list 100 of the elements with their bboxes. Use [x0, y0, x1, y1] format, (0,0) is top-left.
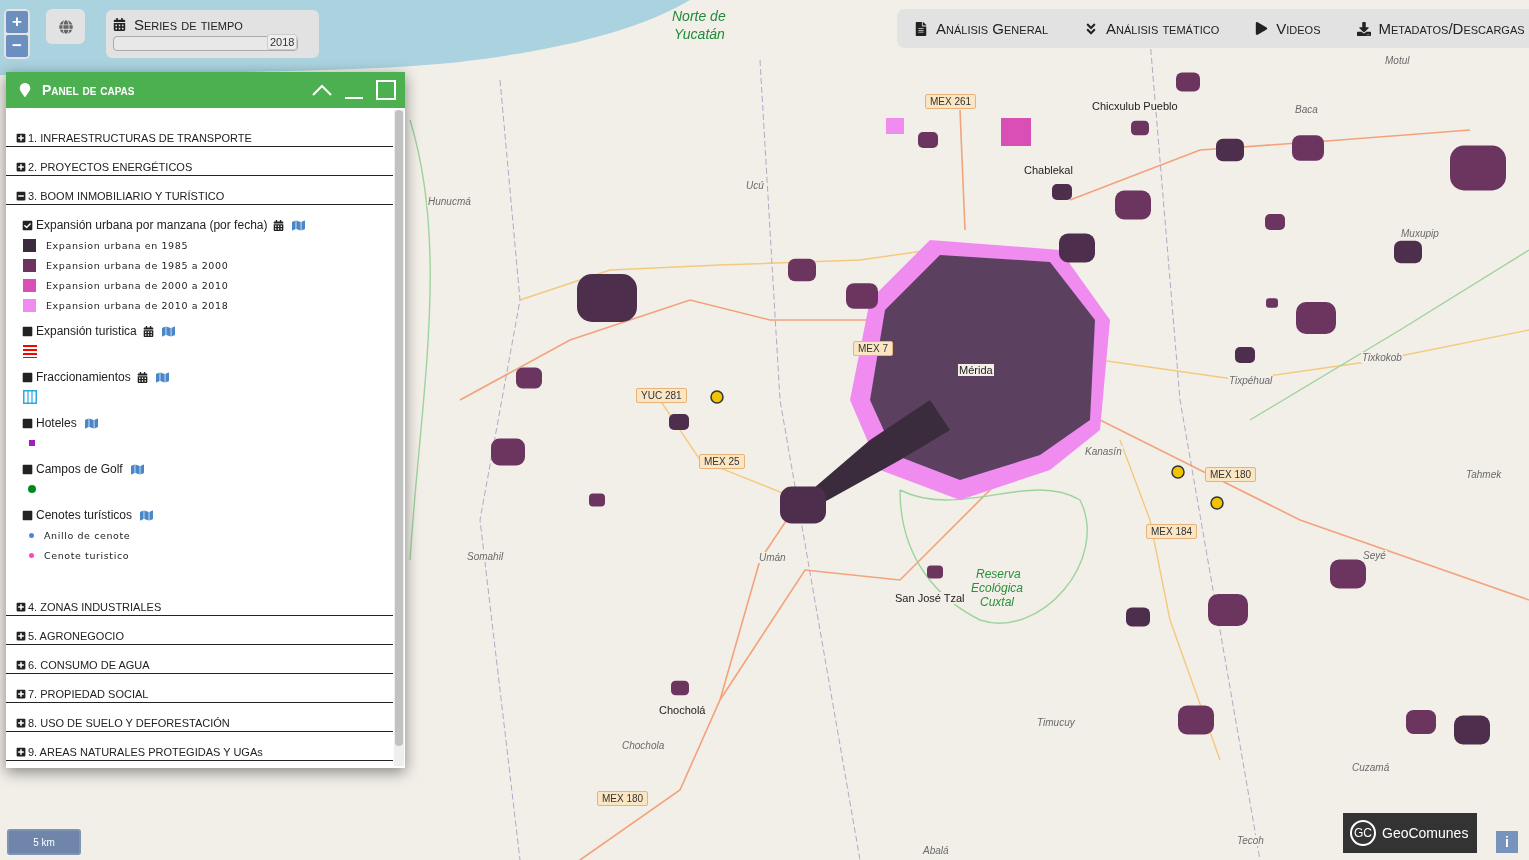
- layer-checkbox[interactable]: [22, 417, 33, 429]
- calendar-icon[interactable]: [142, 325, 154, 337]
- maximize-button[interactable]: [375, 79, 397, 101]
- layer-checkbox[interactable]: [22, 219, 33, 231]
- road-shield: MEX 7: [853, 341, 893, 356]
- town-urban-area: [1235, 347, 1255, 363]
- section-header[interactable]: 7. PROPIEDAD SOCIAL: [6, 674, 393, 703]
- menu-link[interactable]: Análisis temático: [1084, 20, 1220, 37]
- place-label: Mérida: [958, 364, 994, 376]
- town-urban-area: [1126, 607, 1150, 627]
- place-label: San José Tzal: [894, 592, 966, 604]
- place-label: Kanasín: [1084, 446, 1123, 457]
- basemap-button[interactable]: [46, 9, 85, 44]
- section-header[interactable]: 6. CONSUMO DE AGUA: [6, 645, 393, 674]
- calendar-icon: [113, 18, 126, 31]
- time-slider[interactable]: 2018: [113, 36, 298, 51]
- road-shield: MEX 184: [1146, 524, 1198, 539]
- panel-title: Panel de capas: [42, 82, 136, 98]
- section-header[interactable]: 2. PROYECTOS ENERGÉTICOS: [6, 147, 393, 176]
- section-header[interactable]: 3. BOOM INMOBILIARIO Y TURÍSTICO: [6, 176, 393, 205]
- place-label: Hunucmá: [427, 196, 472, 207]
- legend-label: Cenote turistico: [44, 549, 130, 561]
- legend-label: Expansion urbana de 1985 a 2000: [46, 259, 229, 271]
- download-icon: [1356, 21, 1371, 36]
- place-label: Reserva: [976, 567, 1021, 581]
- road-shield: MEX 25: [699, 454, 745, 469]
- globe-icon: [58, 19, 73, 34]
- place-label: Abalá: [922, 845, 950, 856]
- time-series-title: Series de tiempo: [134, 16, 243, 33]
- chevron-up-icon: [312, 84, 332, 96]
- place-label: Ecológica: [971, 581, 1024, 595]
- play-icon: [1255, 22, 1269, 35]
- place-label: Cuxtal: [980, 595, 1014, 609]
- place-label: Timucuy: [1036, 717, 1076, 728]
- point-marker: [710, 390, 724, 404]
- layer-checkbox[interactable]: [22, 325, 33, 337]
- map-icon[interactable]: [292, 218, 306, 232]
- map-icon[interactable]: [84, 416, 98, 430]
- legend-label: Expansion urbana de 2010 a 2018: [46, 299, 229, 311]
- scrollbar[interactable]: [394, 110, 404, 766]
- section-header[interactable]: 4. ZONAS INDUSTRIALES: [6, 587, 393, 616]
- place-label: Norte de: [672, 8, 726, 24]
- place-label: Cuzamá: [1351, 762, 1391, 773]
- legend-label: Expansion urbana de 2000 a 2010: [46, 279, 229, 291]
- layer-checkbox[interactable]: [22, 371, 33, 383]
- layer-name: Hoteles: [36, 416, 77, 430]
- slider-handle[interactable]: 2018: [267, 34, 298, 50]
- place-label: Seyé: [1362, 550, 1387, 561]
- layer-name: Campos de Golf: [36, 462, 123, 476]
- place-label: Umán: [758, 552, 787, 563]
- place-label: Chochola: [621, 740, 666, 751]
- place-label: Yucatán: [674, 26, 725, 42]
- town-urban-area: [1265, 214, 1285, 230]
- place-label: Baca: [1294, 104, 1319, 115]
- legend-label: Anillo de cenote: [44, 529, 131, 541]
- town-urban-area: [491, 438, 525, 466]
- town-urban-area: [1176, 72, 1200, 92]
- section-header[interactable]: 8. USO DE SUELO Y DEFORESTACIÓN: [6, 703, 393, 732]
- logo-mark: GC: [1350, 820, 1376, 846]
- town-urban-area: [1208, 594, 1248, 626]
- place-label: Muxupip: [1400, 228, 1440, 239]
- minimize-icon: [345, 97, 363, 99]
- map-icon[interactable]: [130, 462, 144, 476]
- map-marker-icon: [18, 83, 32, 97]
- calendar-icon[interactable]: [273, 219, 285, 231]
- town-urban-area: [669, 414, 689, 430]
- town-urban-area: [1266, 298, 1278, 308]
- place-label: Tixpéhual: [1228, 375, 1274, 386]
- menu-link[interactable]: Metadatos/Descargas: [1356, 20, 1525, 37]
- town-urban-area: [846, 283, 878, 309]
- map-icon[interactable]: [155, 370, 169, 384]
- road-shield: MEX 261: [925, 94, 977, 109]
- place-label: Chocholá: [658, 704, 707, 716]
- town-urban-area: [918, 132, 938, 148]
- calendar-icon[interactable]: [136, 371, 148, 383]
- section-header[interactable]: 1. INFRAESTRUCTURAS DE TRANSPORTE: [6, 118, 393, 147]
- section-header[interactable]: 5. AGRONEGOCIO: [6, 616, 393, 645]
- town-urban-area: [1406, 710, 1436, 734]
- urban-expansion-area: [886, 118, 904, 134]
- section-header[interactable]: 9. AREAS NATURALES PROTEGIDAS Y UGAs: [6, 732, 393, 761]
- place-label: Tecoh: [1236, 835, 1265, 846]
- road-shield: MEX 180: [1205, 467, 1257, 482]
- place-label: Tahmek: [1465, 469, 1503, 480]
- map-icon[interactable]: [140, 508, 154, 522]
- town-urban-area: [1052, 184, 1072, 200]
- point-marker: [1171, 465, 1185, 479]
- urban-expansion-area: [1001, 118, 1031, 146]
- point-marker: [1210, 496, 1224, 510]
- layer-name: Cenotes turísticos: [36, 508, 133, 522]
- menu-link[interactable]: Videos: [1255, 20, 1321, 37]
- town-urban-area: [1292, 135, 1324, 161]
- road-shield: YUC 281: [636, 388, 687, 403]
- layer-name: Expansión turistica: [36, 324, 137, 338]
- town-urban-area: [577, 274, 637, 322]
- map-icon[interactable]: [161, 324, 175, 338]
- menu-link[interactable]: Análisis General: [914, 20, 1049, 37]
- maximize-icon: [376, 80, 396, 100]
- layer-checkbox[interactable]: [22, 463, 33, 475]
- place-label: Chablekal: [1023, 164, 1074, 176]
- layer-checkbox[interactable]: [22, 509, 33, 521]
